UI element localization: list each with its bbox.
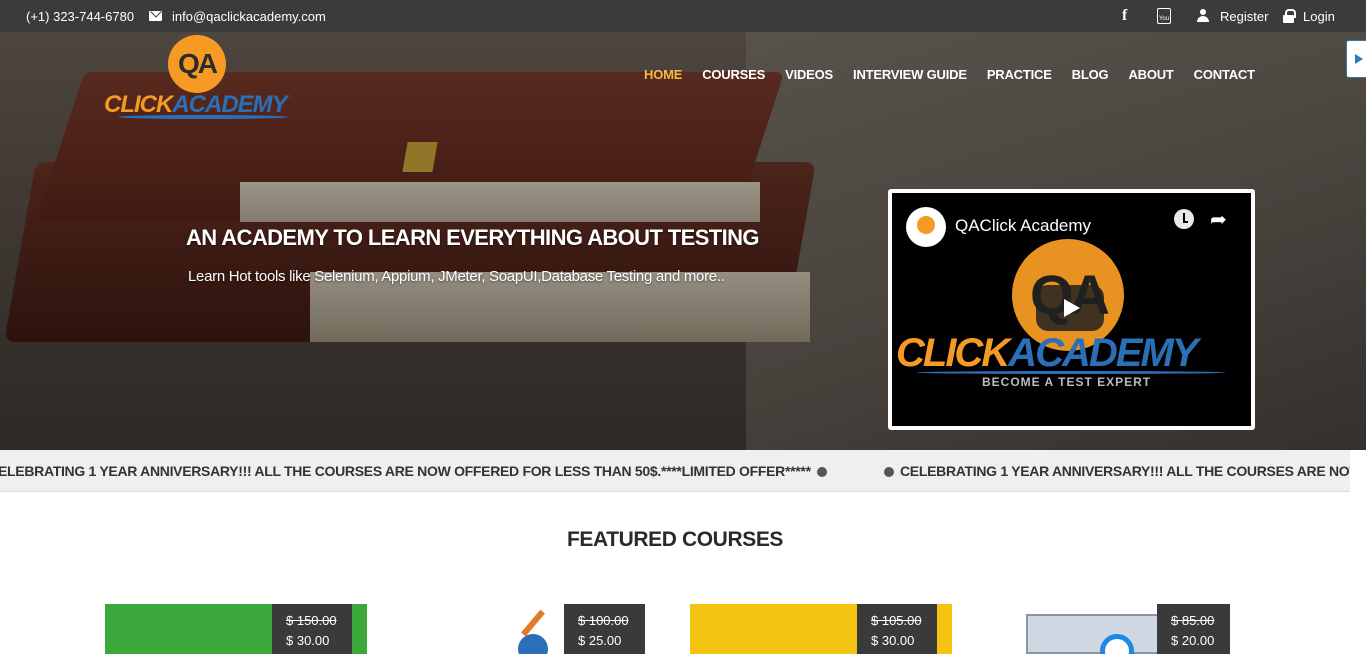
facebook-icon[interactable]: f <box>1122 7 1127 25</box>
nav-practice[interactable]: PRACTICE <box>987 67 1052 82</box>
side-share-tab[interactable] <box>1346 40 1366 78</box>
video-title[interactable]: QAClick Academy <box>955 216 1091 236</box>
share-icon[interactable]: ➦ <box>1210 207 1227 232</box>
video-player[interactable]: QAClick Academy ➦ CLICKACADEMY BECOME A … <box>892 193 1251 426</box>
ticker-text: ELEBRATING 1 YEAR ANNIVERSARY!!! ALL THE… <box>0 463 811 479</box>
laptop-graphic <box>1026 614 1166 654</box>
logo-swoosh <box>118 115 288 119</box>
watch-later-icon[interactable] <box>1174 209 1194 229</box>
youtube-icon[interactable]: You Tube <box>1157 8 1171 42</box>
course-card[interactable]: $ 150.00 $ 30.00 <box>105 604 367 654</box>
original-price: $ 85.00 <box>1171 613 1215 628</box>
video-swoosh <box>916 371 1226 374</box>
phone-number: (+1) 323-744-6780 <box>26 9 135 24</box>
logo-word-academy: ACADEMY <box>172 91 287 118</box>
envelope-icon <box>149 11 162 21</box>
play-button[interactable] <box>1036 285 1104 331</box>
course-card[interactable]: $ 100.00 $ 25.00 <box>480 604 645 654</box>
ticker-message: ELEBRATING 1 YEAR ANNIVERSARY!!! ALL THE… <box>0 463 833 479</box>
nav-home[interactable]: HOME <box>644 67 682 82</box>
lock-icon[interactable] <box>1283 9 1296 23</box>
featured-courses-heading: FEATURED COURSES <box>566 528 784 551</box>
video-word-academy: ACADEMY <box>1008 331 1198 375</box>
video-tagline: BECOME A TEST EXPERT <box>982 375 1152 389</box>
hero-subline: Learn Hot tools like Selenium, Appium, J… <box>188 268 725 285</box>
price-tag: $ 85.00 $ 20.00 <box>1157 604 1230 654</box>
sale-price: $ 20.00 <box>1171 633 1215 648</box>
globe-icon <box>884 467 894 477</box>
price-tag: $ 150.00 $ 30.00 <box>272 604 352 654</box>
register-link[interactable]: Register <box>1220 9 1268 24</box>
video-word-click: CLICK <box>896 331 1010 375</box>
original-price: $ 100.00 <box>578 613 629 628</box>
sale-price: $ 25.00 <box>578 633 622 648</box>
site-logo[interactable]: QA CLICKACADEMY <box>104 35 294 125</box>
announcement-ticker: ELEBRATING 1 YEAR ANNIVERSARY!!! ALL THE… <box>0 450 1350 492</box>
nav-about[interactable]: ABOUT <box>1128 67 1173 82</box>
hero-headline: AN ACADEMY TO LEARN EVERYTHING ABOUT TES… <box>186 225 760 250</box>
globe-icon <box>816 467 827 477</box>
video-brand-wordmark: CLICKACADEMY <box>896 331 1198 376</box>
course-card[interactable]: $ 105.00 $ 30.00 <box>690 604 952 654</box>
course-card[interactable]: $ 85.00 $ 20.00 <box>1020 604 1230 654</box>
main-nav: HOME COURSES VIDEOS INTERVIEW GUIDE PRAC… <box>644 67 1275 82</box>
channel-avatar-icon[interactable] <box>906 207 946 247</box>
original-price: $ 150.00 <box>286 613 337 628</box>
video-embed[interactable]: QAClick Academy ➦ CLICKACADEMY BECOME A … <box>888 189 1255 430</box>
original-price: $ 105.00 <box>871 613 922 628</box>
price-tag: $ 105.00 $ 30.00 <box>857 604 937 654</box>
user-icon[interactable] <box>1197 9 1209 23</box>
logo-word-click: CLICK <box>104 91 173 118</box>
sale-price: $ 30.00 <box>871 633 915 648</box>
hero-banner: QA CLICKACADEMY HOME COURSES VIDEOS INTE… <box>0 32 1366 450</box>
ticker-message: CELEBRATING 1 YEAR ANNIVERSARY!!! ALL TH… <box>878 463 1350 479</box>
price-tag: $ 100.00 $ 25.00 <box>564 604 645 654</box>
ticker-text: CELEBRATING 1 YEAR ANNIVERSARY!!! ALL TH… <box>900 463 1350 479</box>
email-link[interactable]: info@qaclickacademy.com <box>172 9 326 24</box>
nav-contact[interactable]: CONTACT <box>1194 67 1255 82</box>
sale-price: $ 30.00 <box>286 633 330 648</box>
nav-blog[interactable]: BLOG <box>1072 67 1109 82</box>
nav-courses[interactable]: COURSES <box>702 67 765 82</box>
login-link[interactable]: Login <box>1303 9 1335 24</box>
nav-videos[interactable]: VIDEOS <box>785 67 833 82</box>
logo-qa-mark: QA <box>168 35 226 93</box>
nav-interview-guide[interactable]: INTERVIEW GUIDE <box>853 67 967 82</box>
top-bar: (+1) 323-744-6780 info@qaclickacademy.co… <box>0 0 1366 42</box>
